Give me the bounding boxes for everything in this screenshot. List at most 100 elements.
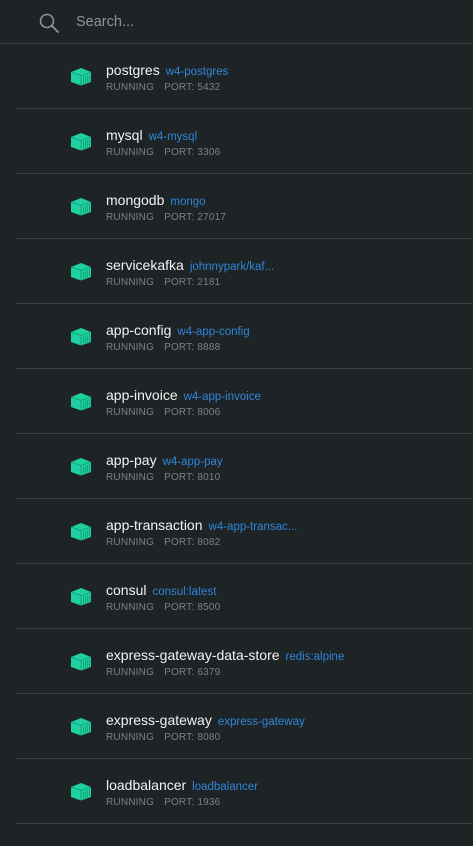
container-icon: [70, 328, 92, 346]
container-status: RUNNING: [106, 732, 155, 743]
container-row[interactable]: consul consul:latest RUNNING PORT: 8500: [16, 564, 473, 629]
container-name: consul: [106, 582, 147, 598]
container-port: PORT: 8500: [164, 602, 221, 613]
container-image-link[interactable]: w4-app-config: [177, 326, 249, 338]
container-port: PORT: 3306: [164, 147, 221, 158]
container-list: postgres w4-postgres RUNNING PORT: 5432 mysq…: [16, 44, 473, 824]
container-icon: [70, 133, 92, 151]
container-name: app-transaction: [106, 517, 203, 533]
container-status: RUNNING: [106, 797, 155, 808]
container-icon: [70, 653, 92, 671]
container-image-link[interactable]: w4-app-transac...: [209, 521, 298, 533]
container-name: mongodb: [106, 192, 165, 208]
container-icon: [70, 68, 92, 86]
container-meta: RUNNING PORT: 8888: [106, 342, 220, 353]
container-image-link[interactable]: w4-postgres: [166, 66, 229, 78]
container-icon: [70, 523, 92, 541]
container-image-link[interactable]: redis:alpine: [286, 651, 345, 663]
container-row[interactable]: postgres w4-postgres RUNNING PORT: 5432: [16, 44, 473, 109]
container-port: PORT: 2181: [164, 277, 221, 288]
container-row[interactable]: express-gateway-data-store redis:alpine RU…: [16, 629, 473, 694]
container-icon: [70, 588, 92, 606]
container-icon: [70, 198, 92, 216]
container-icon: [70, 263, 92, 281]
container-name: app-invoice: [106, 387, 178, 403]
container-row[interactable]: mysql w4-mysql RUNNING PORT: 3306: [16, 109, 473, 174]
container-image-link[interactable]: w4-app-invoice: [184, 391, 261, 403]
container-row[interactable]: app-transaction w4-app-transac... RUNNING P…: [16, 499, 473, 564]
container-meta: RUNNING PORT: 8082: [106, 537, 220, 548]
container-name-line: mysql w4-mysql: [106, 127, 197, 143]
container-image-link[interactable]: loadbalancer: [192, 781, 258, 793]
container-name: app-pay: [106, 452, 157, 468]
search-bar: [0, 0, 473, 44]
container-meta: RUNNING PORT: 2181: [106, 277, 220, 288]
container-image-link[interactable]: consul:latest: [152, 586, 216, 598]
container-name-line: express-gateway-data-store redis:alpine: [106, 647, 344, 663]
container-name: servicekafka: [106, 257, 184, 273]
container-meta: RUNNING PORT: 5432: [106, 82, 220, 93]
container-image-link[interactable]: w4-mysql: [149, 131, 198, 143]
container-port: PORT: 8888: [164, 342, 221, 353]
container-status: RUNNING: [106, 537, 155, 548]
container-status: RUNNING: [106, 667, 155, 678]
container-icon: [70, 718, 92, 736]
container-name-line: mongodb mongo: [106, 192, 206, 208]
container-name-line: consul consul:latest: [106, 582, 216, 598]
container-row[interactable]: app-invoice w4-app-invoice RUNNING PORT: 80…: [16, 369, 473, 434]
container-status: RUNNING: [106, 212, 155, 223]
container-port: PORT: 27017: [164, 212, 227, 223]
container-row[interactable]: mongodb mongo RUNNING PORT: 27017: [16, 174, 473, 239]
container-port: PORT: 1936: [164, 797, 221, 808]
container-status: RUNNING: [106, 342, 155, 353]
container-name: app-config: [106, 322, 172, 338]
container-meta: RUNNING PORT: 8006: [106, 407, 220, 418]
container-name-line: loadbalancer loadbalancer: [106, 777, 258, 793]
container-port: PORT: 6379: [164, 667, 221, 678]
container-row[interactable]: servicekafka johnnypark/kaf... RUNNING PORT…: [16, 239, 473, 304]
container-status: RUNNING: [106, 602, 155, 613]
container-meta: RUNNING PORT: 1936: [106, 797, 220, 808]
container-meta: RUNNING PORT: 8080: [106, 732, 220, 743]
container-image-link[interactable]: johnnypark/kaf...: [190, 261, 274, 273]
container-row[interactable]: app-pay w4-app-pay RUNNING PORT: 8010: [16, 434, 473, 499]
container-row[interactable]: express-gateway express-gateway RUNNING POR…: [16, 694, 473, 759]
container-icon: [70, 458, 92, 476]
container-name-line: app-transaction w4-app-transac...: [106, 517, 297, 533]
container-meta: RUNNING PORT: 8500: [106, 602, 220, 613]
container-image-link[interactable]: express-gateway: [218, 716, 305, 728]
container-status: RUNNING: [106, 277, 155, 288]
container-name-line: servicekafka johnnypark/kaf...: [106, 257, 274, 273]
container-meta: RUNNING PORT: 3306: [106, 147, 220, 158]
container-name-line: express-gateway express-gateway: [106, 712, 305, 728]
container-status: RUNNING: [106, 472, 155, 483]
container-status: RUNNING: [106, 82, 155, 93]
container-icon: [70, 393, 92, 411]
container-port: PORT: 8010: [164, 472, 221, 483]
container-port: PORT: 8080: [164, 732, 221, 743]
container-image-link[interactable]: w4-app-pay: [163, 456, 223, 468]
container-status: RUNNING: [106, 407, 155, 418]
container-name-line: app-config w4-app-config: [106, 322, 250, 338]
search-input[interactable]: [76, 10, 436, 34]
container-port: PORT: 8082: [164, 537, 221, 548]
container-meta: RUNNING PORT: 6379: [106, 667, 220, 678]
container-name-line: postgres w4-postgres: [106, 62, 228, 78]
container-meta: RUNNING PORT: 8010: [106, 472, 220, 483]
container-name: postgres: [106, 62, 160, 78]
container-port: PORT: 5432: [164, 82, 221, 93]
container-port: PORT: 8006: [164, 407, 221, 418]
container-image-link[interactable]: mongo: [170, 196, 205, 208]
container-name: express-gateway-data-store: [106, 647, 280, 663]
container-row[interactable]: app-config w4-app-config RUNNING PORT: 8888: [16, 304, 473, 369]
container-status: RUNNING: [106, 147, 155, 158]
container-name-line: app-pay w4-app-pay: [106, 452, 223, 468]
container-row[interactable]: loadbalancer loadbalancer RUNNING PORT: 193…: [16, 759, 473, 824]
container-meta: RUNNING PORT: 27017: [106, 212, 226, 223]
search-icon[interactable]: [38, 12, 60, 34]
container-name: express-gateway: [106, 712, 212, 728]
container-icon: [70, 783, 92, 801]
container-name: loadbalancer: [106, 777, 187, 793]
container-name-line: app-invoice w4-app-invoice: [106, 387, 261, 403]
container-name: mysql: [106, 127, 143, 143]
